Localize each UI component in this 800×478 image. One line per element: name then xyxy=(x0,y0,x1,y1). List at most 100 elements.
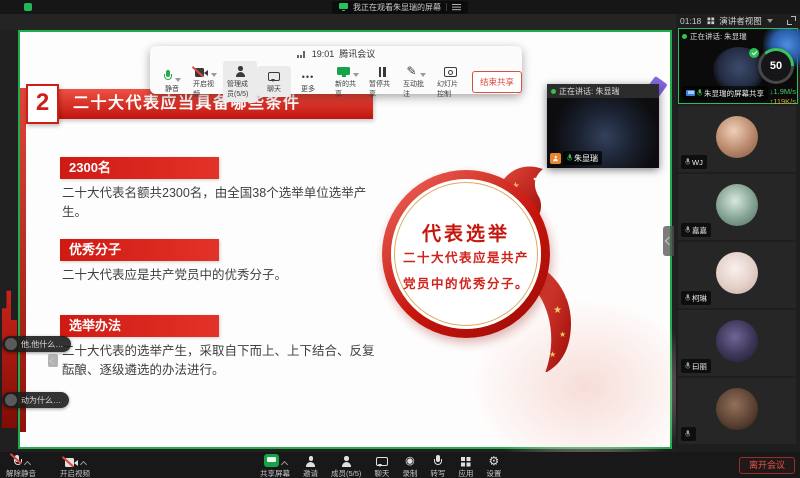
settings-label: 设置 xyxy=(486,468,501,478)
bottom-left-group: 解除静音 开启视频 xyxy=(6,454,90,478)
avatar xyxy=(716,388,758,430)
annotate-button[interactable]: 互动批注 xyxy=(399,61,433,102)
toolbar-time: 19:01 xyxy=(312,49,335,59)
avatar xyxy=(5,394,17,406)
medal-circle: 代表选举 二十大代表应是共产 党员中的优秀分子。 xyxy=(382,170,550,338)
chat-label: 聊天 xyxy=(267,84,281,94)
speaking-mic-icon xyxy=(551,89,556,94)
person-icon xyxy=(553,155,559,161)
transcribe-label: 转写 xyxy=(430,468,445,478)
tile-speaking-label: 正在讲话: 朱显瑞 xyxy=(682,31,747,42)
mic-icon xyxy=(697,89,703,96)
settings-button[interactable]: 设置 xyxy=(486,454,501,478)
watching-label: 我正在观看朱显瑞的屏幕 xyxy=(353,2,441,13)
participant-tile[interactable]: 曰丽 xyxy=(678,310,796,376)
chevron-left-icon xyxy=(664,237,672,245)
medal-line-2: 党员中的优秀分子。 xyxy=(403,272,529,298)
chevron-down-icon[interactable] xyxy=(211,73,217,77)
performance-score: 50 xyxy=(761,51,791,81)
toolbar-buttons-row: 静音 开启视频 管理成员(5/5) 聊天 更多 新的共享 xyxy=(150,61,522,102)
bottom-center-group: 共享屏幕 邀请 成员(5/5) 聊天 录制 转写 xyxy=(260,454,501,478)
star-icon: ★ xyxy=(553,305,562,316)
pause-share-button[interactable]: 暂停共享 xyxy=(365,61,399,102)
leave-meeting-button[interactable]: 离开会议 xyxy=(739,457,795,474)
start-video-button[interactable]: 开启视频 xyxy=(189,61,223,102)
speaker-popup[interactable]: 正在讲话: 朱显瑞 朱显瑞 xyxy=(547,84,659,168)
slide-control-label: 幻灯片控制 xyxy=(437,79,463,99)
gear-icon xyxy=(489,455,500,467)
record-button[interactable]: 录制 xyxy=(402,454,417,478)
camera-off-icon xyxy=(195,68,208,77)
performance-score-widget[interactable]: 50 xyxy=(758,48,794,84)
view-mode-button[interactable]: 演讲者视图 xyxy=(706,15,773,27)
mic-icon xyxy=(567,154,573,161)
tile-speaking-text: 正在讲话: 朱显瑞 xyxy=(690,31,747,42)
mute-button[interactable]: 静音 xyxy=(155,66,189,97)
start-video-button-bottom[interactable]: 开启视频 xyxy=(60,454,90,478)
slide-section-number: 2 xyxy=(26,84,59,124)
view-mode-label: 演讲者视图 xyxy=(719,15,762,27)
apps-button[interactable]: 应用 xyxy=(458,454,473,478)
avatar xyxy=(716,320,758,362)
chat-icon xyxy=(376,457,388,467)
download-speed: 1.9M/s xyxy=(773,87,796,96)
toolbar-status-row: 19:01 腾讯会议 xyxy=(150,46,522,61)
mic-icon xyxy=(685,226,691,233)
meeting-window: 我正在观看朱显瑞的屏幕 2 二十大代表应当具备哪些条件 2300名 二十大代表名… xyxy=(0,0,800,478)
manage-members-button[interactable]: 管理成员(5/5) xyxy=(223,61,257,102)
section-label-2: 优秀分子 xyxy=(60,239,219,261)
check-badge-icon xyxy=(749,48,759,58)
more-button[interactable]: 更多 xyxy=(291,66,325,97)
chat-toast-text: 动为什么… xyxy=(21,395,61,406)
host-badge-icon xyxy=(550,153,561,164)
chat-button-bottom[interactable]: 聊天 xyxy=(374,454,389,478)
participant-name-pill xyxy=(681,427,696,441)
end-share-button[interactable]: 结束共享 xyxy=(472,71,522,93)
chevron-up-icon[interactable] xyxy=(280,461,287,468)
invite-button[interactable]: 邀请 xyxy=(303,454,318,478)
transcribe-button[interactable]: 转写 xyxy=(430,454,445,478)
slide-left-strip xyxy=(20,88,26,432)
expand-icon[interactable] xyxy=(787,16,796,25)
new-share-label: 新的共享 xyxy=(335,79,361,99)
participant-tile[interactable] xyxy=(678,378,796,444)
mic-icon xyxy=(685,430,691,437)
medal-line-1: 二十大代表应是共产 xyxy=(403,246,529,272)
share-screen-button[interactable]: 共享屏幕 xyxy=(260,454,290,478)
popup-name-pill: 朱显瑞 xyxy=(563,151,602,165)
popup-header: 正在讲话: 朱显瑞 xyxy=(547,84,659,98)
share-screen-icon xyxy=(264,454,279,467)
participant-name-pill: WJ xyxy=(681,155,707,169)
chevron-left-icon xyxy=(50,357,57,364)
toolbar-app-name: 腾讯会议 xyxy=(339,47,375,60)
chevron-up-icon[interactable] xyxy=(79,461,86,468)
chat-toast[interactable]: 动为什么… xyxy=(2,392,69,408)
toast-collapse-button[interactable] xyxy=(48,354,58,367)
members-button[interactable]: 成员(5/5) xyxy=(331,454,361,478)
chevron-down-icon[interactable] xyxy=(175,78,181,82)
chevron-down-icon xyxy=(767,19,773,23)
participant-tile[interactable]: 柯琳 xyxy=(678,242,796,308)
unmute-button[interactable]: 解除静音 xyxy=(6,454,36,478)
section-text-1: 二十大代表名额共2300名，由全国38个选举单位选举产生。 xyxy=(62,184,384,223)
chat-toast-text: 他,他什么… xyxy=(21,339,63,350)
chat-button[interactable]: 聊天 xyxy=(257,66,291,97)
pause-share-label: 暂停共享 xyxy=(369,79,395,99)
menu-icon[interactable] xyxy=(452,4,461,11)
medal-inner: 代表选举 二十大代表应是共产 党员中的优秀分子。 xyxy=(391,179,541,329)
chevron-down-icon[interactable] xyxy=(420,73,426,77)
new-share-icon xyxy=(337,67,350,77)
sidebar-collapse-handle[interactable] xyxy=(663,226,674,256)
participant-name: 柯琳 xyxy=(692,293,707,304)
watching-pill[interactable]: 我正在观看朱显瑞的屏幕 xyxy=(332,1,468,14)
participant-name: 嘉嘉 xyxy=(692,225,707,236)
slide-control-button[interactable]: 幻灯片控制 xyxy=(433,61,467,102)
participant-tile[interactable]: 嘉嘉 xyxy=(678,174,796,240)
system-top-bar: 我正在观看朱显瑞的屏幕 xyxy=(0,0,800,14)
new-share-button[interactable]: 新的共享 xyxy=(331,61,365,102)
chevron-down-icon[interactable] xyxy=(353,73,359,77)
chat-toast[interactable]: 他,他什么… xyxy=(2,336,71,352)
section-text-3: 二十大代表的选举产生，采取自下而上、上下结合、反复酝酿、逐级遴选的办法进行。 xyxy=(62,342,384,381)
chevron-up-icon[interactable] xyxy=(23,461,30,468)
participant-tile[interactable]: WJ xyxy=(678,106,796,172)
